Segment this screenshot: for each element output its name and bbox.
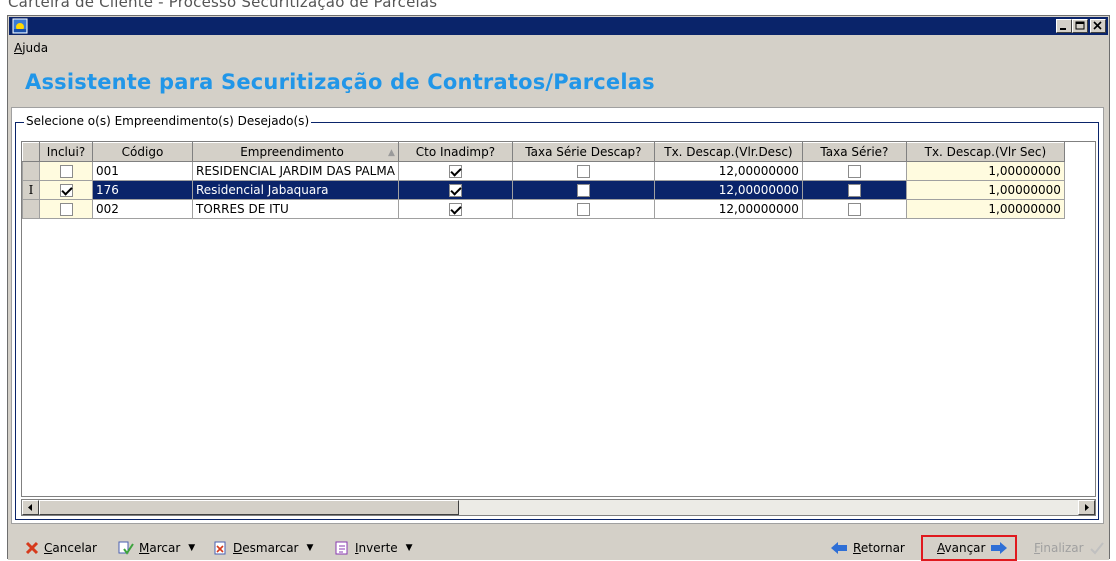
col-header-tx-descap-desc[interactable]: Tx. Descap.(Vlr.Desc) [653,142,803,162]
cell-inclui[interactable] [39,199,93,219]
cell-taxa-serie-descap[interactable] [511,161,655,181]
title-bar[interactable] [9,17,1108,35]
col-header-inclui[interactable]: Inclui? [39,142,93,162]
taxa-serie-descap-checkbox[interactable] [576,184,590,197]
inclui-checkbox[interactable] [59,165,73,178]
bottom-toolbar: Cancelar Marcar ▼ Desmarcar ▼ Inverte ▼ … [8,534,1109,561]
back-label: Retornar [853,541,905,555]
inclui-checkbox[interactable] [59,203,73,216]
indicator-header [22,142,40,162]
col-header-cto-inadimp[interactable]: Cto Inadimp? [397,142,513,162]
mark-label: Marcar [139,541,181,555]
col-header-taxa-serie[interactable]: Taxa Série? [801,142,907,162]
grid-table: Inclui? Código Empreendimento ▲ Cto Inadi… [22,142,1065,219]
taxa-serie-checkbox[interactable] [847,165,861,178]
menu-bar: Ajuda [14,41,48,57]
unmark-icon [214,541,226,555]
cell-empreendimento[interactable]: Residencial Jabaquara [192,180,399,200]
scrollbar-thumb[interactable] [39,500,459,515]
col-header-tx-descap-sec[interactable]: Tx. Descap.(Vlr Sec) [905,142,1065,162]
close-icon[interactable] [1090,19,1106,33]
cto-inadimp-checkbox[interactable] [448,184,462,197]
cell-tx-descap-sec[interactable]: 1,00000000 [905,180,1065,200]
grid-body: 001 RESIDENCIAL JARDIM DAS PALMA 12,000000… [22,161,1065,219]
col-header-empreendimento[interactable]: Empreendimento ▲ [192,142,399,162]
cell-tx-descap-desc[interactable]: 12,00000000 [653,180,803,200]
cancel-x-icon [25,541,39,555]
cell-taxa-serie[interactable] [801,161,907,181]
finish-check-icon [1089,542,1104,555]
cell-tx-descap-desc[interactable]: 12,00000000 [653,161,803,181]
scroll-left-icon[interactable] [22,500,39,515]
row-indicator: I [22,180,40,200]
taxa-serie-checkbox[interactable] [847,203,861,216]
inclui-checkbox[interactable] [59,184,73,197]
mark-icon [118,541,134,555]
next-button-highlight [921,535,1017,561]
finish-label: Finalizar [1034,541,1084,555]
cell-codigo[interactable]: 001 [92,161,193,181]
cell-empreendimento[interactable]: TORRES DE ITU [192,199,399,219]
invert-button[interactable]: Inverte ▼ [334,539,413,557]
window-controls [1056,19,1106,33]
maximize-icon[interactable] [1072,19,1088,33]
row-indicator [22,161,40,181]
col-header-codigo[interactable]: Código [92,142,193,162]
cto-inadimp-checkbox[interactable] [448,203,462,216]
back-arrow-icon [831,542,847,554]
chevron-down-icon[interactable]: ▼ [188,543,195,553]
cell-codigo[interactable]: 176 [92,180,193,200]
back-button[interactable]: Retornar [830,539,905,557]
cell-codigo[interactable]: 002 [92,199,193,219]
cell-taxa-serie[interactable] [801,180,907,200]
taxa-serie-descap-checkbox[interactable] [576,165,590,178]
cto-inadimp-checkbox[interactable] [448,165,462,178]
taxa-serie-descap-checkbox[interactable] [576,203,590,216]
group-label: Selecione o(s) Empreendimento(s) Desejad… [24,114,312,128]
data-grid: Inclui? Código Empreendimento ▲ Cto Inadi… [21,141,1096,497]
horizontal-scrollbar[interactable] [21,499,1096,516]
cell-cto-inadimp[interactable] [397,161,513,181]
app-icon [12,18,28,34]
menu-ajuda[interactable]: Ajuda [14,41,48,55]
table-row[interactable]: 001 RESIDENCIAL JARDIM DAS PALMA 12,000000… [22,161,1065,181]
cell-tx-descap-sec[interactable]: 1,00000000 [905,161,1065,181]
window-caption-text: Carteira de Cliente - Processo Securitiz… [8,0,438,11]
row-indicator [22,199,40,219]
content-panel: Selecione o(s) Empreendimento(s) Desejad… [11,107,1104,524]
cell-taxa-serie-descap[interactable] [511,180,655,200]
chevron-down-icon[interactable]: ▼ [406,543,413,553]
col-header-empreendimento-label: Empreendimento [240,145,344,159]
cell-inclui[interactable] [39,180,93,200]
unmark-button[interactable]: Desmarcar ▼ [212,539,313,557]
cell-cto-inadimp[interactable] [397,199,513,219]
cell-inclui[interactable] [39,161,93,181]
cell-tx-descap-sec[interactable]: 1,00000000 [905,199,1065,219]
sort-arrow-icon: ▲ [388,148,395,158]
invert-icon [335,541,348,555]
cancel-button[interactable]: Cancelar [25,539,97,557]
scroll-right-icon[interactable] [1078,500,1095,515]
finish-button[interactable]: Finalizar [1034,539,1105,557]
taxa-serie-checkbox[interactable] [847,184,861,197]
cell-taxa-serie-descap[interactable] [511,199,655,219]
cell-taxa-serie[interactable] [801,199,907,219]
chevron-down-icon[interactable]: ▼ [306,543,313,553]
minimize-icon[interactable] [1056,19,1072,33]
page-title: Assistente para Securitização de Contrat… [25,70,655,94]
app-window: Ajuda Assistente para Securitização de C… [7,15,1110,561]
table-row[interactable]: I 176 Residencial Jabaquara 12,00000000 1,00… [22,180,1065,200]
col-header-taxa-serie-descap[interactable]: Taxa Série Descap? [511,142,655,162]
cell-empreendimento[interactable]: RESIDENCIAL JARDIM DAS PALMA [192,161,399,181]
grid-header-row: Inclui? Código Empreendimento ▲ Cto Inadi… [22,142,1065,162]
table-row[interactable]: 002 TORRES DE ITU 12,00000000 1,00000000 [22,199,1065,219]
cancel-label: Cancelar [44,541,97,555]
cell-tx-descap-desc[interactable]: 12,00000000 [653,199,803,219]
mark-button[interactable]: Marcar ▼ [118,539,195,557]
invert-label: Inverte [355,541,398,555]
cell-cto-inadimp[interactable] [397,180,513,200]
unmark-label: Desmarcar [233,541,299,555]
